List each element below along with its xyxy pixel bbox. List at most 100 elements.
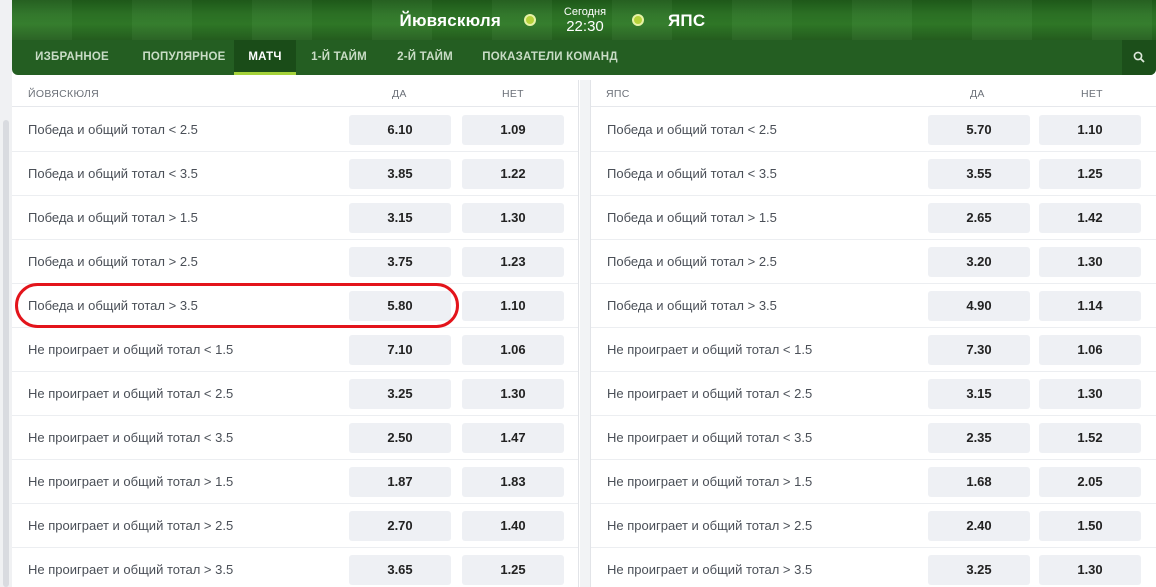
market-label: Не проиграет и общий тотал < 1.5: [28, 342, 234, 357]
market-label: Не проиграет и общий тотал > 3.5: [607, 562, 813, 577]
odds-yes-button[interactable]: 6.10: [349, 115, 451, 145]
odds-yes-button[interactable]: 7.30: [928, 335, 1030, 365]
odds-no-button[interactable]: 2.05: [1039, 467, 1141, 497]
search-button[interactable]: [1122, 40, 1156, 75]
market-row: Не проиграет и общий тотал > 1.5 1.87 1.83: [12, 460, 578, 504]
home-panel-header: ЙОВЯСКЮЛЯ ДА НЕТ: [12, 80, 578, 107]
match-day: Сегодня: [563, 6, 607, 18]
tab-second-half[interactable]: 2-Й ТАЙМ: [388, 40, 462, 75]
scrollbar-thumb[interactable]: [3, 120, 9, 587]
odds-yes-button[interactable]: 1.68: [928, 467, 1030, 497]
market-label: Не проиграет и общий тотал < 2.5: [28, 386, 234, 401]
tab-team-stats[interactable]: ПОКАЗАТЕЛИ КОМАНД: [476, 40, 624, 75]
odds-yes-button[interactable]: 5.80: [349, 291, 451, 321]
odds-yes-button[interactable]: 3.75: [349, 247, 451, 277]
away-panel-header: ЯПС ДА НЕТ: [591, 80, 1156, 107]
market-row: Не проиграет и общий тотал > 2.5 2.70 1.40: [12, 504, 578, 548]
market-label: Не проиграет и общий тотал < 3.5: [28, 430, 234, 445]
market-label: Победа и общий тотал < 3.5: [28, 166, 198, 181]
odds-yes-button[interactable]: 3.25: [349, 379, 451, 409]
market-row: Победа и общий тотал > 2.5 3.20 1.30: [591, 240, 1156, 284]
match-header: Йювяскюля Сегодня 22:30 ЯПС: [12, 0, 1156, 40]
tab-first-half[interactable]: 1-Й ТАЙМ: [304, 40, 374, 75]
odds-yes-button[interactable]: 2.70: [349, 511, 451, 541]
market-label: Не проиграет и общий тотал > 1.5: [28, 474, 234, 489]
odds-yes-button[interactable]: 3.20: [928, 247, 1030, 277]
market-row: Победа и общий тотал > 1.5 3.15 1.30: [12, 196, 578, 240]
odds-no-button[interactable]: 1.22: [462, 159, 564, 189]
match-time: Сегодня 22:30: [552, 6, 618, 36]
market-label: Победа и общий тотал > 2.5: [607, 254, 777, 269]
market-row: Не проиграет и общий тотал < 1.5 7.30 1.06: [591, 328, 1156, 372]
odds-yes-button[interactable]: 3.55: [928, 159, 1030, 189]
odds-no-button[interactable]: 1.40: [462, 511, 564, 541]
odds-no-button[interactable]: 1.25: [1039, 159, 1141, 189]
market-label: Победа и общий тотал < 3.5: [607, 166, 777, 181]
tab-favorites[interactable]: ИЗБРАННОЕ: [24, 40, 120, 75]
odds-yes-button[interactable]: 3.25: [928, 555, 1030, 585]
market-label: Не проиграет и общий тотал > 2.5: [28, 518, 234, 533]
market-row: Победа и общий тотал > 2.5 3.75 1.23: [12, 240, 578, 284]
odds-yes-button[interactable]: 2.35: [928, 423, 1030, 453]
market-label: Не проиграет и общий тотал < 3.5: [607, 430, 813, 445]
market-row: Победа и общий тотал < 2.5 6.10 1.09: [12, 108, 578, 152]
match-clock: 22:30: [566, 18, 604, 35]
market-row: Победа и общий тотал > 3.5 5.80 1.10: [12, 284, 578, 328]
away-team-panel: ЯПС ДА НЕТ Победа и общий тотал < 2.5 5.7…: [590, 80, 1156, 587]
away-team-dot-icon: [632, 14, 644, 26]
odds-no-button[interactable]: 1.14: [1039, 291, 1141, 321]
odds-no-button[interactable]: 1.30: [1039, 379, 1141, 409]
market-label: Победа и общий тотал > 1.5: [28, 210, 198, 225]
market-row: Победа и общий тотал < 3.5 3.85 1.22: [12, 152, 578, 196]
odds-no-button[interactable]: 1.09: [462, 115, 564, 145]
odds-yes-button[interactable]: 3.85: [349, 159, 451, 189]
page-scrollbar[interactable]: [0, 0, 12, 587]
market-label: Победа и общий тотал < 2.5: [607, 122, 777, 137]
odds-no-button[interactable]: 1.10: [462, 291, 564, 321]
odds-no-button[interactable]: 1.30: [1039, 247, 1141, 277]
odds-no-button[interactable]: 1.50: [1039, 511, 1141, 541]
market-label: Не проиграет и общий тотал > 1.5: [607, 474, 813, 489]
odds-yes-button[interactable]: 2.40: [928, 511, 1030, 541]
odds-no-button[interactable]: 1.42: [1039, 203, 1141, 233]
odds-no-button[interactable]: 1.23: [462, 247, 564, 277]
market-row: Победа и общий тотал > 1.5 2.65 1.42: [591, 196, 1156, 240]
odds-no-button[interactable]: 1.10: [1039, 115, 1141, 145]
odds-no-button[interactable]: 1.06: [1039, 335, 1141, 365]
column-no-header: НЕТ: [502, 88, 524, 100]
odds-no-button[interactable]: 1.83: [462, 467, 564, 497]
market-label: Не проиграет и общий тотал > 2.5: [607, 518, 813, 533]
odds-yes-button[interactable]: 5.70: [928, 115, 1030, 145]
market-row: Не проиграет и общий тотал > 3.5 3.25 1.30: [591, 548, 1156, 587]
market-row: Не проиграет и общий тотал > 3.5 3.65 1.25: [12, 548, 578, 587]
market-row: Не проиграет и общий тотал < 3.5 2.35 1.52: [591, 416, 1156, 460]
odds-yes-button[interactable]: 2.65: [928, 203, 1030, 233]
odds-yes-button[interactable]: 4.90: [928, 291, 1030, 321]
market-row: Победа и общий тотал < 3.5 3.55 1.25: [591, 152, 1156, 196]
odds-no-button[interactable]: 1.30: [462, 203, 564, 233]
market-label: Победа и общий тотал > 2.5: [28, 254, 198, 269]
odds-yes-button[interactable]: 3.65: [349, 555, 451, 585]
odds-yes-button[interactable]: 2.50: [349, 423, 451, 453]
odds-no-button[interactable]: 1.06: [462, 335, 564, 365]
odds-no-button[interactable]: 1.30: [462, 379, 564, 409]
odds-no-button[interactable]: 1.30: [1039, 555, 1141, 585]
odds-no-button[interactable]: 1.47: [462, 423, 564, 453]
odds-yes-button[interactable]: 3.15: [349, 203, 451, 233]
market-row: Победа и общий тотал < 2.5 5.70 1.10: [591, 108, 1156, 152]
odds-no-button[interactable]: 1.25: [462, 555, 564, 585]
odds-no-button[interactable]: 1.52: [1039, 423, 1141, 453]
home-panel-title: ЙОВЯСКЮЛЯ: [28, 88, 99, 100]
market-label: Победа и общий тотал < 2.5: [28, 122, 198, 137]
market-row: Победа и общий тотал > 3.5 4.90 1.14: [591, 284, 1156, 328]
odds-yes-button[interactable]: 3.15: [928, 379, 1030, 409]
market-row: Не проиграет и общий тотал < 1.5 7.10 1.06: [12, 328, 578, 372]
home-market-list: Победа и общий тотал < 2.5 6.10 1.09 Победа…: [12, 108, 578, 587]
odds-yes-button[interactable]: 1.87: [349, 467, 451, 497]
tab-popular[interactable]: ПОПУЛЯРНОЕ: [128, 40, 240, 75]
column-no-header: НЕТ: [1081, 88, 1103, 100]
market-label: Не проиграет и общий тотал > 3.5: [28, 562, 234, 577]
odds-yes-button[interactable]: 7.10: [349, 335, 451, 365]
tab-match[interactable]: МАТЧ: [234, 40, 296, 75]
home-team-panel: ЙОВЯСКЮЛЯ ДА НЕТ Победа и общий тотал < …: [12, 80, 579, 587]
